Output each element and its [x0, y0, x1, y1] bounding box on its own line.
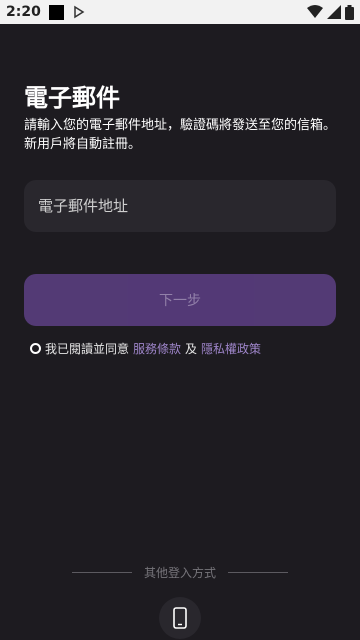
- email-login-screen: 電子郵件 請輸入您的電子郵件地址，驗證碼將發送至您的信箱。新用戶將自動註冊。 下…: [0, 24, 360, 640]
- agreement-prefix: 我已閱讀並同意: [45, 342, 130, 356]
- play-store-icon: [74, 5, 85, 19]
- other-login-label: 其他登入方式: [143, 566, 216, 580]
- divider-line-left: [71, 572, 132, 573]
- battery-icon: [345, 4, 354, 20]
- page-title: 電子郵件: [24, 84, 120, 112]
- phone-login-button[interactable]: [159, 597, 201, 639]
- agreement-and: 及: [185, 342, 198, 356]
- status-right-icons: [307, 4, 354, 20]
- email-field[interactable]: [24, 180, 336, 232]
- privacy-policy-link[interactable]: 隱私權政策: [201, 340, 261, 357]
- phone-icon: [173, 607, 187, 629]
- status-time: 2:20: [6, 4, 41, 20]
- status-bar: 2:20: [0, 0, 360, 24]
- agree-radio-button[interactable]: [30, 343, 41, 354]
- notification-square-icon: [48, 4, 64, 20]
- agreement-row: 我已閱讀並同意 服務條款 及 隱私權政策: [30, 340, 265, 357]
- page-subtitle: 請輸入您的電子郵件地址，驗證碼將發送至您的信箱。新用戶將自動註冊。: [24, 118, 337, 152]
- divider-line-right: [228, 572, 288, 573]
- signal-icon: [327, 5, 341, 19]
- wifi-icon: [307, 5, 323, 18]
- terms-of-service-link[interactable]: 服務條款: [133, 340, 181, 357]
- next-button[interactable]: 下一步: [24, 274, 336, 326]
- other-login-divider: 其他登入方式: [0, 564, 360, 581]
- email-input[interactable]: [38, 197, 336, 215]
